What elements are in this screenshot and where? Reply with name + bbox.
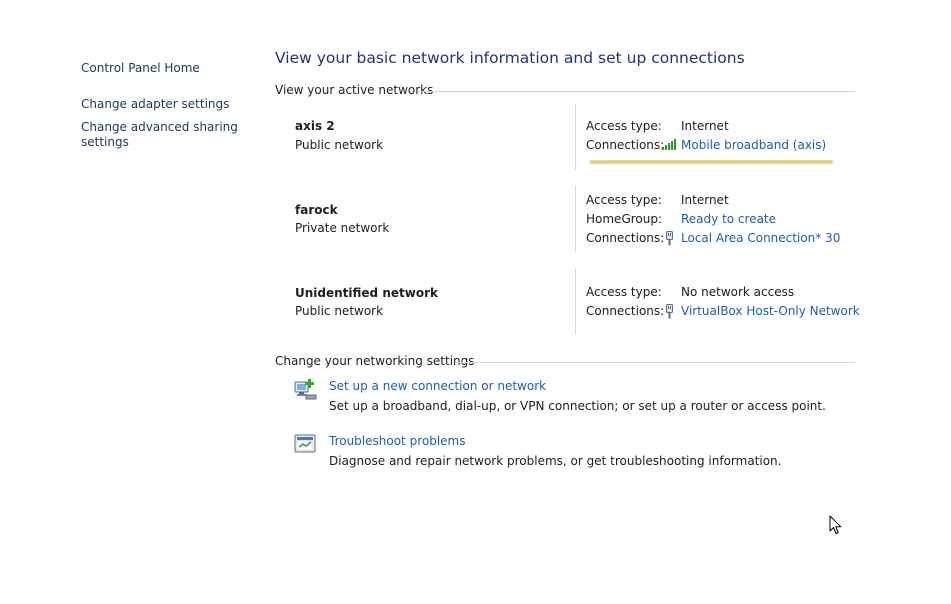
network-category: Private network xyxy=(295,221,390,235)
connection-link-mobile-broadband[interactable]: Mobile broadband (axis) xyxy=(681,138,826,152)
signal-bars-icon xyxy=(662,139,678,153)
troubleshoot-link[interactable]: Troubleshoot problems xyxy=(329,434,465,448)
sidebar-item-advanced-sharing-line2: settings xyxy=(81,135,129,149)
network-divider xyxy=(575,269,576,334)
sidebar-control-panel-home[interactable]: Control Panel Home xyxy=(81,61,200,75)
access-type-value: Internet xyxy=(681,119,729,133)
network-category: Public network xyxy=(295,304,384,318)
access-type-value: Internet xyxy=(681,193,729,207)
connections-label: Connections: xyxy=(586,138,665,152)
connections-label: Connections: xyxy=(586,304,665,318)
troubleshoot-description: Diagnose and repair network problems, or… xyxy=(329,454,782,468)
connection-link-local-area[interactable]: Local Area Connection* 30 xyxy=(681,231,840,245)
sidebar-item-advanced-sharing-line1: Change advanced sharing xyxy=(81,120,238,134)
section-divider xyxy=(418,91,855,92)
network-category: Public network xyxy=(295,138,384,152)
setup-connection-description: Set up a broadband, dial-up, or VPN conn… xyxy=(329,399,826,413)
section-divider xyxy=(455,362,855,363)
access-type-label: Access type: xyxy=(586,193,662,207)
sidebar-item-advanced-sharing[interactable]: Change advanced sharing settings xyxy=(81,120,238,149)
homegroup-link[interactable]: Ready to create xyxy=(681,212,776,226)
change-settings-heading: Change your networking settings xyxy=(275,354,475,368)
new-connection-icon xyxy=(294,377,318,404)
access-type-label: Access type: xyxy=(586,119,662,133)
connections-label: Connections: xyxy=(586,231,665,245)
mouse-cursor-icon xyxy=(829,515,843,539)
access-type-label: Access type: xyxy=(586,285,662,299)
page-title: View your basic network information and … xyxy=(275,49,745,67)
network-name: axis 2 xyxy=(295,119,335,133)
troubleshoot-icon xyxy=(294,434,318,459)
active-networks-heading: View your active networks xyxy=(275,83,434,97)
setup-connection-link[interactable]: Set up a new connection or network xyxy=(329,379,546,393)
connection-link-virtualbox[interactable]: VirtualBox Host-Only Network xyxy=(681,304,860,318)
network-name: Unidentified network xyxy=(295,286,438,300)
sidebar-item-adapter-settings[interactable]: Change adapter settings xyxy=(81,97,229,111)
ethernet-icon xyxy=(665,231,674,249)
homegroup-label: HomeGroup: xyxy=(586,212,663,226)
highlight-underline xyxy=(590,160,833,163)
network-name: farock xyxy=(295,203,338,217)
access-type-value: No network access xyxy=(681,285,795,299)
network-divider xyxy=(575,104,576,170)
network-divider xyxy=(575,186,576,252)
ethernet-icon xyxy=(665,304,674,322)
